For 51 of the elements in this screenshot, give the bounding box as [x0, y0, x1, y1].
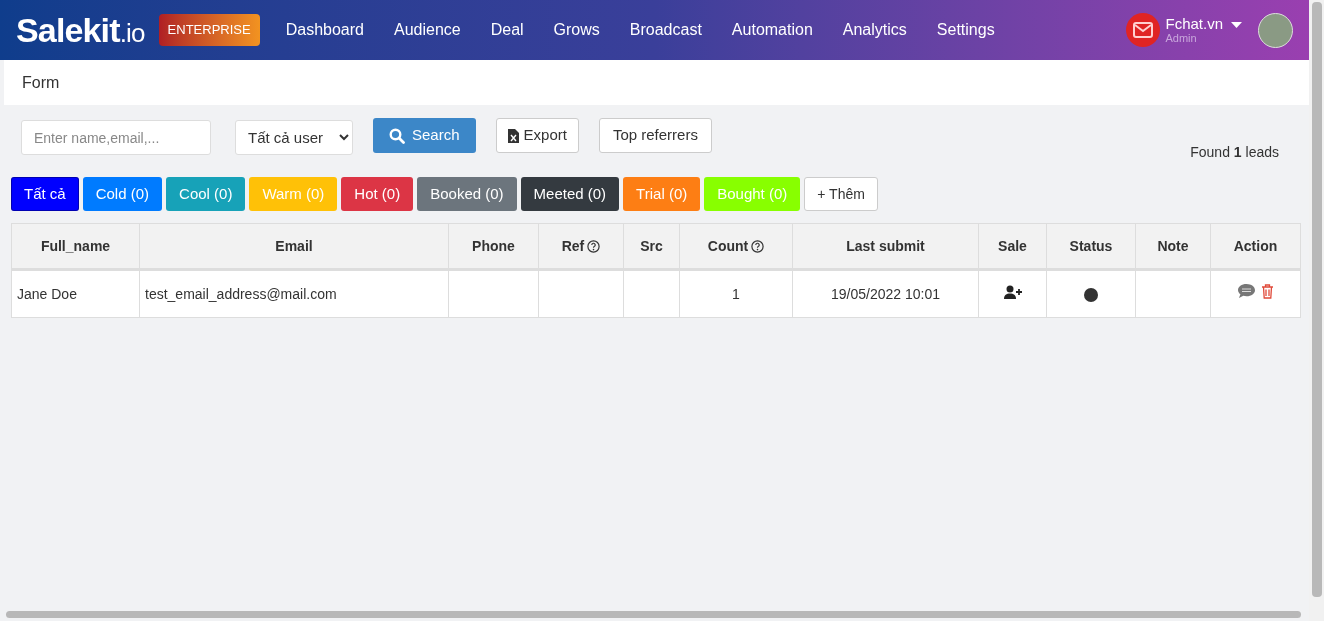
logo[interactable]: Salekit.io	[16, 13, 145, 47]
add-user-icon[interactable]	[1003, 284, 1022, 299]
column-header: Last submit	[846, 236, 925, 256]
user-filter-dropdown[interactable]: Tất cả user	[235, 120, 353, 155]
excel-file-icon	[507, 128, 519, 143]
column-header: Count	[707, 235, 765, 257]
caret-icon[interactable]	[1231, 22, 1242, 28]
plan-badge: ENTERPRISE	[158, 14, 260, 46]
status-filter-tab[interactable]: Booked (0)	[417, 177, 517, 211]
table-cell: test_email_address@mail.com	[145, 285, 337, 302]
nav-link[interactable]: Grows	[553, 18, 600, 42]
nav-link[interactable]: Automation	[731, 18, 813, 42]
table-cell: 19/05/2022 10:01	[831, 285, 940, 302]
sms-chat-icon[interactable]	[1237, 283, 1256, 299]
column-header: Status	[1069, 236, 1113, 256]
delete-icon[interactable]	[1261, 283, 1274, 299]
column-header: Ref	[561, 235, 601, 257]
nav-link[interactable]: Audience	[393, 18, 461, 42]
column-header: Email	[275, 236, 313, 256]
column-header: Note	[1157, 236, 1189, 256]
column-header: Full_name	[40, 236, 111, 256]
nav-link[interactable]: Settings	[936, 18, 995, 42]
status-filter-tab[interactable]: Meeted (0)	[520, 177, 620, 211]
help-icon[interactable]	[587, 239, 601, 253]
table-cell: Jane Doe	[17, 285, 77, 302]
avatar[interactable]	[1258, 12, 1293, 48]
search-button[interactable]: Search	[373, 118, 476, 153]
status-filter-tab[interactable]: Hot (0)	[341, 177, 414, 211]
mail-icon[interactable]	[1126, 13, 1161, 47]
add-tag-button[interactable]: + Thêm	[804, 177, 878, 211]
user-name[interactable]: Fchat.vn	[1165, 16, 1223, 31]
export-button[interactable]: Export	[495, 118, 579, 153]
nav-link[interactable]: Broadcast	[629, 18, 702, 42]
column-header: Src	[640, 236, 663, 256]
search-icon	[389, 127, 405, 144]
search-field[interactable]: Enter name,email,...	[21, 120, 211, 155]
horizontal-scrollbar[interactable]	[6, 611, 1301, 618]
nav-link[interactable]: Dashboard	[285, 18, 364, 42]
help-icon[interactable]	[751, 239, 765, 253]
top-referrers-button[interactable]: Top referrers	[598, 118, 712, 153]
column-header: Phone	[472, 236, 515, 256]
leads-count: Found 1 leads	[1190, 143, 1279, 162]
status-filter-tab[interactable]: Tất cả	[11, 177, 79, 211]
nav-link[interactable]: Deal	[490, 18, 524, 42]
column-header: Action	[1233, 236, 1278, 256]
table-cell: 1	[732, 285, 740, 302]
column-header: Sale	[998, 236, 1027, 256]
status-filter-tab[interactable]: Cold (0)	[82, 177, 163, 211]
page-title: Form	[22, 72, 60, 93]
user-role: Admin	[1165, 33, 1198, 44]
nav-link[interactable]: Analytics	[842, 18, 907, 42]
